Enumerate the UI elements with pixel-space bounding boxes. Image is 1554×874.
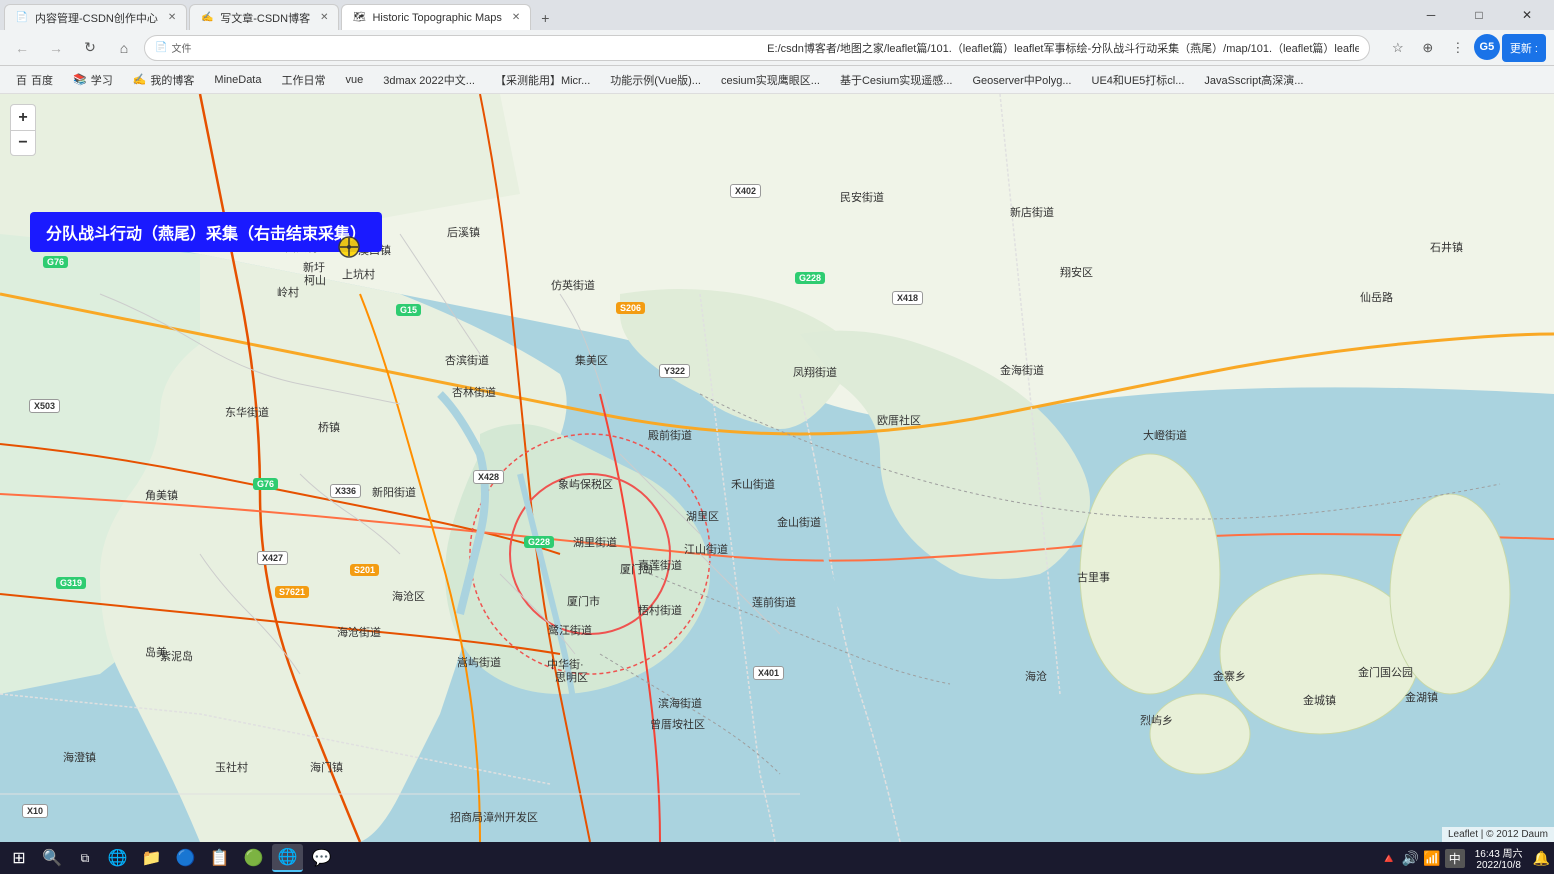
tab-favicon-2: ✍ (200, 11, 214, 25)
taskbar-volume-icon[interactable]: 🔊 (1402, 850, 1419, 867)
bookmark-minedata[interactable]: MineData (206, 69, 269, 91)
map-tooltip: 分队战斗行动（燕尾）采集（右击结束采集） (30, 212, 382, 252)
bookmark-label-ue4: UE4和UE5打标cl... (1092, 72, 1185, 88)
taskbar-start-button[interactable]: ⊞ (4, 844, 34, 872)
taskbar-notification-icon[interactable]: 🔔 (1533, 850, 1550, 867)
bookmark-button[interactable]: ☆ (1384, 34, 1412, 62)
url-text: E:/csdn博客者/地图之家/leaflet篇/101.（leaflet篇）l… (767, 40, 1359, 56)
bookmark-label-myblog: 我的博客 (150, 72, 194, 88)
settings-button[interactable]: ⋮ (1444, 34, 1472, 62)
zoom-view-button[interactable]: ⊕ (1414, 34, 1442, 62)
bookmark-label-minedata: MineData (214, 74, 261, 86)
taskbar-app1[interactable]: 🔵 (170, 844, 202, 872)
cursor-marker (336, 234, 362, 260)
taskbar-app3[interactable]: 🟢 (238, 844, 270, 872)
tab-title-3: Historic Topographic Maps (372, 12, 501, 24)
update-button[interactable]: 更新 : (1502, 34, 1546, 62)
bookmark-myblog[interactable]: ✍ 我的博客 (125, 69, 203, 91)
header-actions: ☆ ⊕ ⋮ G5 更新 : (1384, 34, 1546, 62)
bookmark-icon-baidu: 百 (16, 72, 27, 88)
taskbar-time: 16:43 周六 (1475, 845, 1523, 860)
maximize-button[interactable]: □ (1456, 0, 1502, 30)
tab-favicon-1: 📄 (15, 11, 29, 25)
taskbar-browser-active[interactable]: 🌐 (272, 844, 304, 872)
tab-csdn-creator[interactable]: 📄 内容管理-CSDN创作中心 ✕ (4, 4, 187, 30)
bookmark-js[interactable]: JavaSscript高深演... (1196, 69, 1311, 91)
browser-chrome: 📄 内容管理-CSDN创作中心 ✕ ✍ 写文章-CSDN博客 ✕ 🗺 Histo… (0, 0, 1554, 94)
home-button[interactable]: ⌂ (110, 34, 138, 62)
tab-close-2[interactable]: ✕ (320, 12, 328, 23)
taskbar-system-icons: 🔺 🔊 📶 中 16:43 周六 2022/10/8 🔔 (1380, 845, 1550, 871)
tab-title-1: 内容管理-CSDN创作中心 (35, 10, 158, 26)
taskbar-date: 2022/10/8 (1476, 860, 1521, 871)
bookmark-cesium1[interactable]: cesium实现鹰眼区... (713, 69, 828, 91)
bookmark-cesium2[interactable]: 基于Cesium实现遥感... (832, 69, 960, 91)
bookmark-geoserver[interactable]: Geoserver中Polyg... (964, 69, 1079, 91)
tab-historic-maps[interactable]: 🗺 Historic Topographic Maps ✕ (341, 4, 531, 30)
bookmark-label-3dmax: 3dmax 2022中文... (383, 72, 475, 88)
tab-csdn-write[interactable]: ✍ 写文章-CSDN博客 ✕ (189, 4, 339, 30)
bookmark-label-func: 功能示例(Vue版)... (610, 72, 701, 88)
map-background (0, 94, 1554, 842)
bookmarks-bar: 百 百度 📚 学习 ✍ 我的博客 MineData 工作日常 vue 3dmax… (0, 66, 1554, 94)
tab-title-2: 写文章-CSDN博客 (220, 10, 310, 26)
taskbar: ⊞ 🔍 ⧉ 🌐 📁 🔵 📋 🟢 🌐 💬 🔺 🔊 📶 中 16:43 周六 202… (0, 842, 1554, 874)
map-container[interactable]: 民安街道后溪镇新店街道石井镇翔安区仙岳路田头村澳口镇新圩上坑村柯山岭村仿英街道集… (0, 94, 1554, 842)
tab-close-1[interactable]: ✕ (168, 12, 176, 23)
zoom-controls: + − (10, 104, 36, 156)
taskbar-task-view[interactable]: ⧉ (70, 844, 100, 872)
bookmark-icon-study: 📚 (73, 73, 87, 86)
url-file-icon: 📄 (155, 42, 167, 53)
bookmark-baidu[interactable]: 百 百度 (8, 69, 61, 91)
bookmark-label-js: JavaSscript高深演... (1204, 72, 1303, 88)
new-tab-button[interactable]: + (533, 6, 557, 30)
bookmark-label-baidu: 百度 (31, 72, 53, 88)
leaflet-attribution: Leaflet | © 2012 Daum (1442, 827, 1554, 842)
bookmark-work[interactable]: 工作日常 (273, 69, 333, 91)
bookmark-icon-myblog: ✍ (133, 73, 147, 86)
bookmark-func[interactable]: 功能示例(Vue版)... (602, 69, 709, 91)
minimize-button[interactable]: ─ (1408, 0, 1454, 30)
bookmark-3dmax[interactable]: 3dmax 2022中文... (375, 69, 483, 91)
bookmark-label-vue: vue (345, 74, 363, 86)
bookmark-study[interactable]: 📚 学习 (65, 69, 121, 91)
profile-button[interactable]: G5 (1474, 34, 1500, 60)
taskbar-edge-button[interactable]: 🌐 (102, 844, 134, 872)
back-button[interactable]: ← (8, 34, 36, 62)
bookmark-label-geoserver: Geoserver中Polyg... (972, 72, 1071, 88)
taskbar-search-button[interactable]: 🔍 (36, 844, 68, 872)
bookmark-label-work: 工作日常 (281, 72, 325, 88)
url-bar[interactable]: 📄 文件 E:/csdn博客者/地图之家/leaflet篇/101.（leafl… (144, 35, 1370, 61)
bookmark-label-micro: 【采测能用】Micr... (495, 72, 590, 88)
bookmark-label-study: 学习 (91, 72, 113, 88)
forward-button[interactable]: → (42, 34, 70, 62)
reload-button[interactable]: ↻ (76, 34, 104, 62)
bookmark-micro[interactable]: 【采测能用】Micr... (487, 69, 598, 91)
taskbar-app2[interactable]: 📋 (204, 844, 236, 872)
bookmark-label-cesium1: cesium实现鹰眼区... (721, 72, 820, 88)
bookmark-vue[interactable]: vue (337, 69, 371, 91)
taskbar-clock[interactable]: 16:43 周六 2022/10/8 (1469, 845, 1529, 871)
tab-close-3[interactable]: ✕ (512, 12, 520, 23)
zoom-in-button[interactable]: + (10, 104, 36, 130)
address-bar: ← → ↻ ⌂ 📄 文件 E:/csdn博客者/地图之家/leaflet篇/10… (0, 30, 1554, 66)
window-controls: ─ □ ✕ (1408, 0, 1550, 30)
taskbar-network-icon[interactable]: 🔺 (1380, 850, 1397, 867)
taskbar-explorer-button[interactable]: 📁 (136, 844, 168, 872)
close-button[interactable]: ✕ (1504, 0, 1550, 30)
taskbar-wifi-icon[interactable]: 📶 (1423, 850, 1440, 867)
zoom-out-button[interactable]: − (10, 130, 36, 156)
tabs-row: 📄 内容管理-CSDN创作中心 ✕ ✍ 写文章-CSDN博客 ✕ 🗺 Histo… (0, 0, 1554, 30)
tab-favicon-3: 🗺 (352, 11, 366, 25)
bookmark-ue4[interactable]: UE4和UE5打标cl... (1084, 69, 1193, 91)
taskbar-keyboard-icon[interactable]: 中 (1445, 849, 1465, 868)
url-prefix: 文件 (171, 40, 763, 55)
bookmark-label-cesium2: 基于Cesium实现遥感... (840, 72, 952, 88)
taskbar-wechat[interactable]: 💬 (305, 844, 337, 872)
